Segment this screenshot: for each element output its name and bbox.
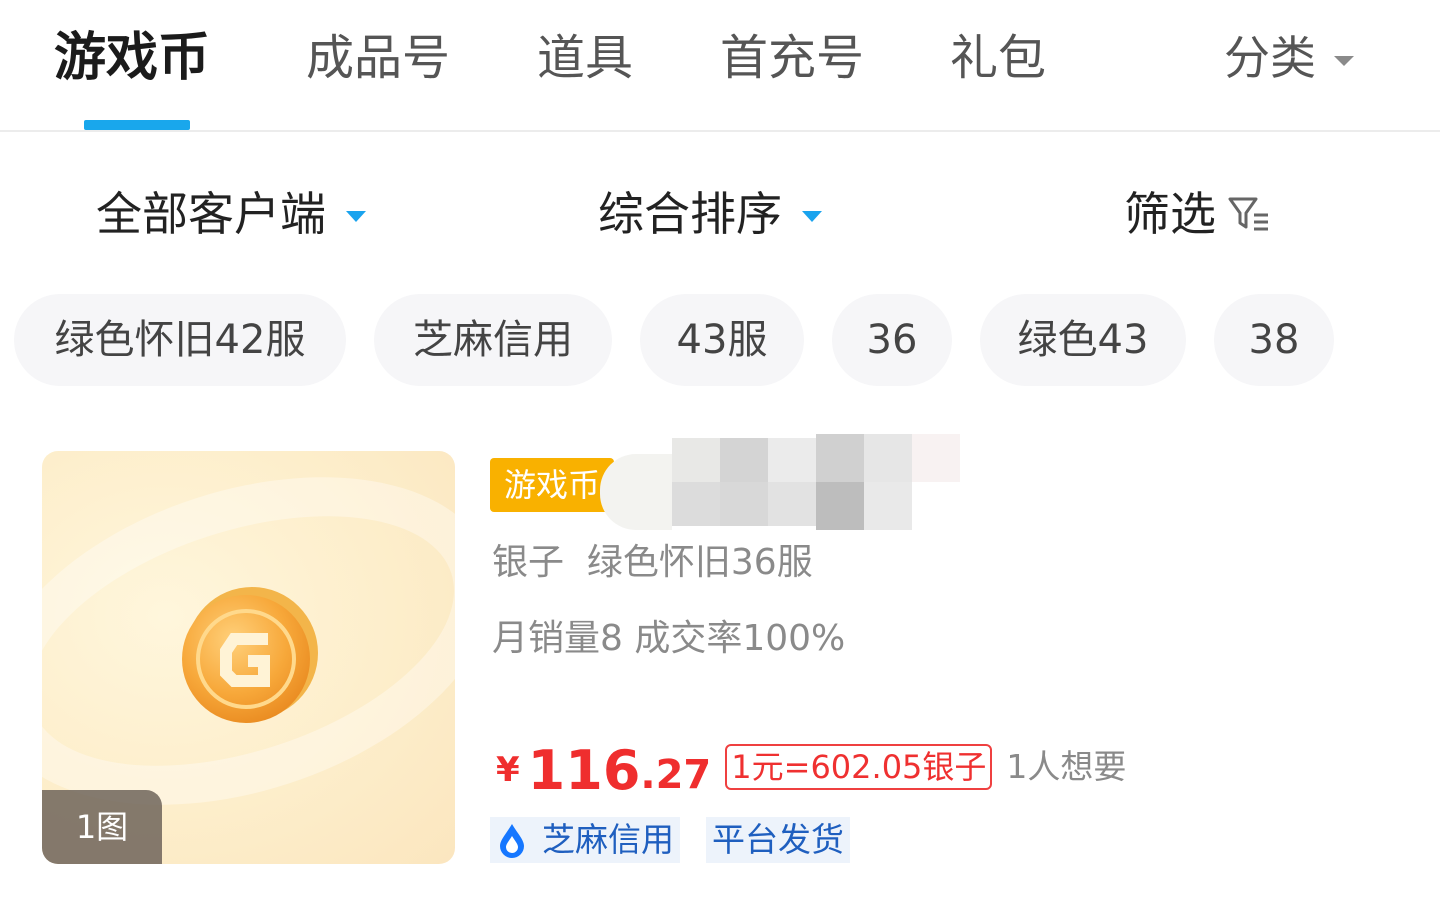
sesame-credit-icon [500,824,524,858]
client-filter-dropdown[interactable]: 全部客户端 [96,182,366,246]
game-coin-icon [182,587,318,723]
price-integer: 116 [527,739,641,802]
category-dropdown[interactable]: 分类 [1224,26,1354,90]
tab-gift-pack[interactable]: 礼包 [950,26,1046,90]
tab-first-recharge[interactable]: 首充号 [720,26,864,90]
filter-icon [1228,197,1268,231]
sesame-credit-label: 芝麻信用 [542,820,674,859]
active-tab-indicator [84,120,190,130]
category-label: 分类 [1224,31,1316,85]
product-category-tag: 游戏币 [490,458,615,512]
exchange-rate-badge: 1元=602.05银子 [725,744,993,790]
currency-symbol: ¥ [496,750,520,790]
blurred-title [600,434,960,530]
price-row: ¥ 116 .27 1元=602.05银子 1人想要 [496,730,1126,800]
tab-game-coin[interactable]: 游戏币 [54,26,210,90]
caret-down-icon [802,210,822,222]
tab-finished-account[interactable]: 成品号 [306,26,450,90]
chip-38[interactable]: 38 [1214,294,1334,386]
platform-delivery-label: 平台发货 [712,820,844,859]
chip-green-nostalgia-42[interactable]: 绿色怀旧42服 [14,294,346,386]
sesame-credit-badge: 芝麻信用 [490,817,680,863]
sort-dropdown[interactable]: 综合排序 [598,182,822,246]
chip-sesame-credit[interactable]: 芝麻信用 [374,294,612,386]
filter-bar: 全部客户端 综合排序 筛选 [0,170,1440,260]
caret-down-icon [1334,56,1354,66]
platform-delivery-badge: 平台发货 [706,817,850,863]
screen-filter-button[interactable]: 筛选 [1124,182,1272,246]
caret-down-icon [346,210,366,222]
chip-green-43[interactable]: 绿色43 [980,294,1186,386]
screen-filter-label: 筛选 [1124,187,1216,241]
product-thumbnail[interactable]: 1图 [42,451,455,864]
chip-36[interactable]: 36 [832,294,952,386]
client-filter-label: 全部客户端 [96,187,326,241]
chip-server-43[interactable]: 43服 [640,294,804,386]
top-tab-bar: 游戏币 成品号 道具 首充号 礼包 分类 [0,0,1440,132]
product-title: 银子 绿色怀旧36服 [492,542,813,583]
image-count-badge: 1图 [42,790,162,864]
tab-items[interactable]: 道具 [537,26,633,90]
sort-label: 综合排序 [598,187,782,241]
product-sales-stats: 月销量8 成交率100% [492,618,846,659]
wants-count: 1人想要 [1006,747,1127,786]
price-decimal: .27 [640,752,712,798]
